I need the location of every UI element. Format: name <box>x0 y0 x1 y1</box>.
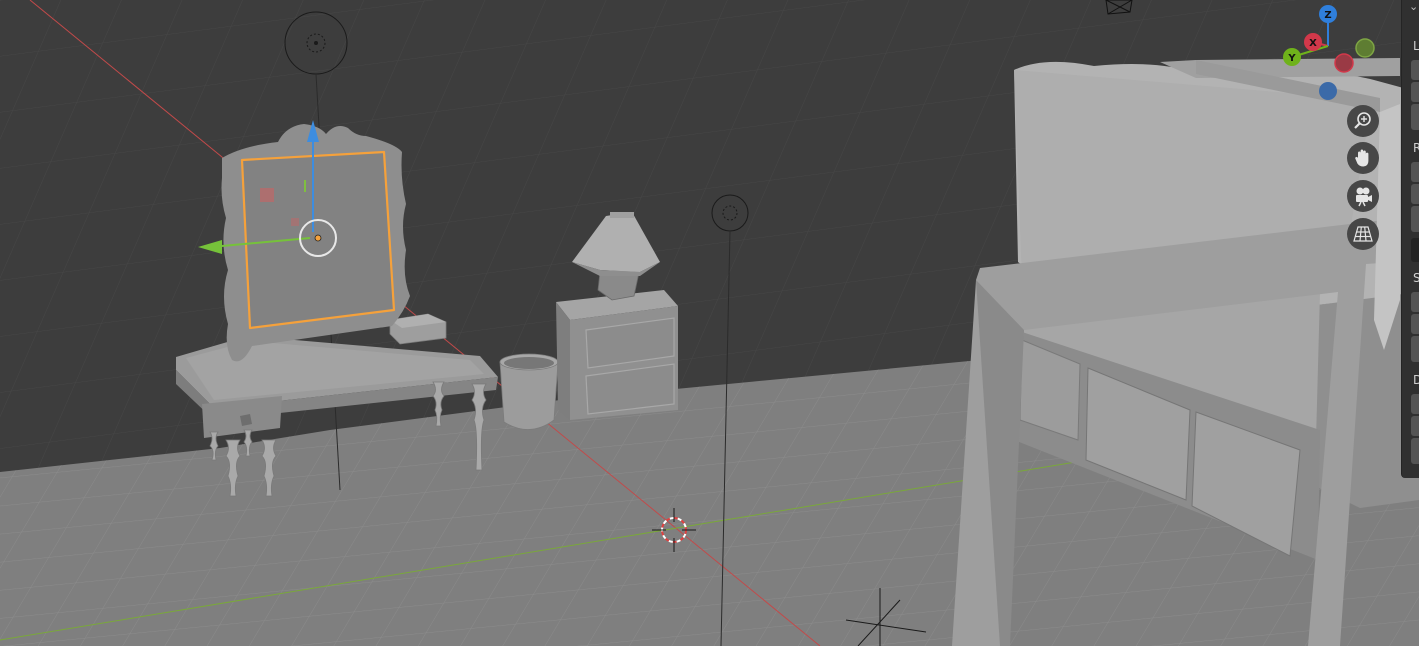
panel-label-dimensions: D <box>1413 373 1419 387</box>
vanity-mirror[interactable] <box>198 120 410 362</box>
dimensions-x-field[interactable] <box>1411 394 1419 414</box>
scale-z-field[interactable] <box>1411 336 1419 362</box>
sidebar-panel[interactable]: ⌄ L R S D <box>1401 0 1419 478</box>
gizmo-neg-z[interactable] <box>1319 82 1337 100</box>
rotation-mode-dropdown[interactable] <box>1411 238 1419 262</box>
panel-label-scale: S <box>1413 271 1419 285</box>
dimensions-z-field[interactable] <box>1411 438 1419 464</box>
location-y-field[interactable] <box>1411 82 1419 102</box>
panel-label-rotation: R <box>1413 141 1419 155</box>
3d-scene[interactable] <box>0 0 1419 646</box>
grid-icon <box>1353 226 1373 242</box>
scale-x-field[interactable] <box>1411 292 1419 312</box>
dimensions-y-field[interactable] <box>1411 416 1419 436</box>
gizmo-y-axis[interactable]: Y <box>1283 48 1301 66</box>
gizmo-y-label: Y <box>1287 53 1296 64</box>
gizmo-z-label: Z <box>1324 10 1331 21</box>
rotation-z-field[interactable] <box>1411 206 1419 232</box>
ortho-toggle-button[interactable] <box>1347 218 1379 250</box>
waste-bin[interactable] <box>499 353 559 430</box>
pan-button[interactable] <box>1347 142 1379 174</box>
zoom-icon <box>1354 112 1371 129</box>
zoom-button[interactable] <box>1347 105 1379 137</box>
location-z-field[interactable] <box>1411 104 1419 130</box>
gizmo-neg-y[interactable] <box>1355 38 1375 58</box>
location-x-field[interactable] <box>1411 60 1419 80</box>
camera-view-button[interactable] <box>1347 180 1379 212</box>
3d-viewport[interactable]: Z X Y ⌄ L R S <box>0 0 1419 646</box>
gizmo-neg-x[interactable] <box>1334 53 1354 73</box>
panel-label-location: L <box>1413 39 1419 53</box>
scale-y-field[interactable] <box>1411 314 1419 334</box>
gizmo-x-axis[interactable]: X <box>1304 33 1322 51</box>
gizmo-x-label: X <box>1309 38 1317 49</box>
panel-collapse-chevron-icon[interactable]: ⌄ <box>1409 0 1418 13</box>
hand-icon <box>1355 149 1369 167</box>
nightstand[interactable] <box>556 290 678 420</box>
gizmo-z-axis[interactable]: Z <box>1319 5 1337 23</box>
rotation-x-field[interactable] <box>1411 162 1419 182</box>
rotation-y-field[interactable] <box>1411 184 1419 204</box>
navigation-gizmo[interactable]: Z X Y <box>1278 0 1378 104</box>
camera-icon <box>1356 187 1372 207</box>
